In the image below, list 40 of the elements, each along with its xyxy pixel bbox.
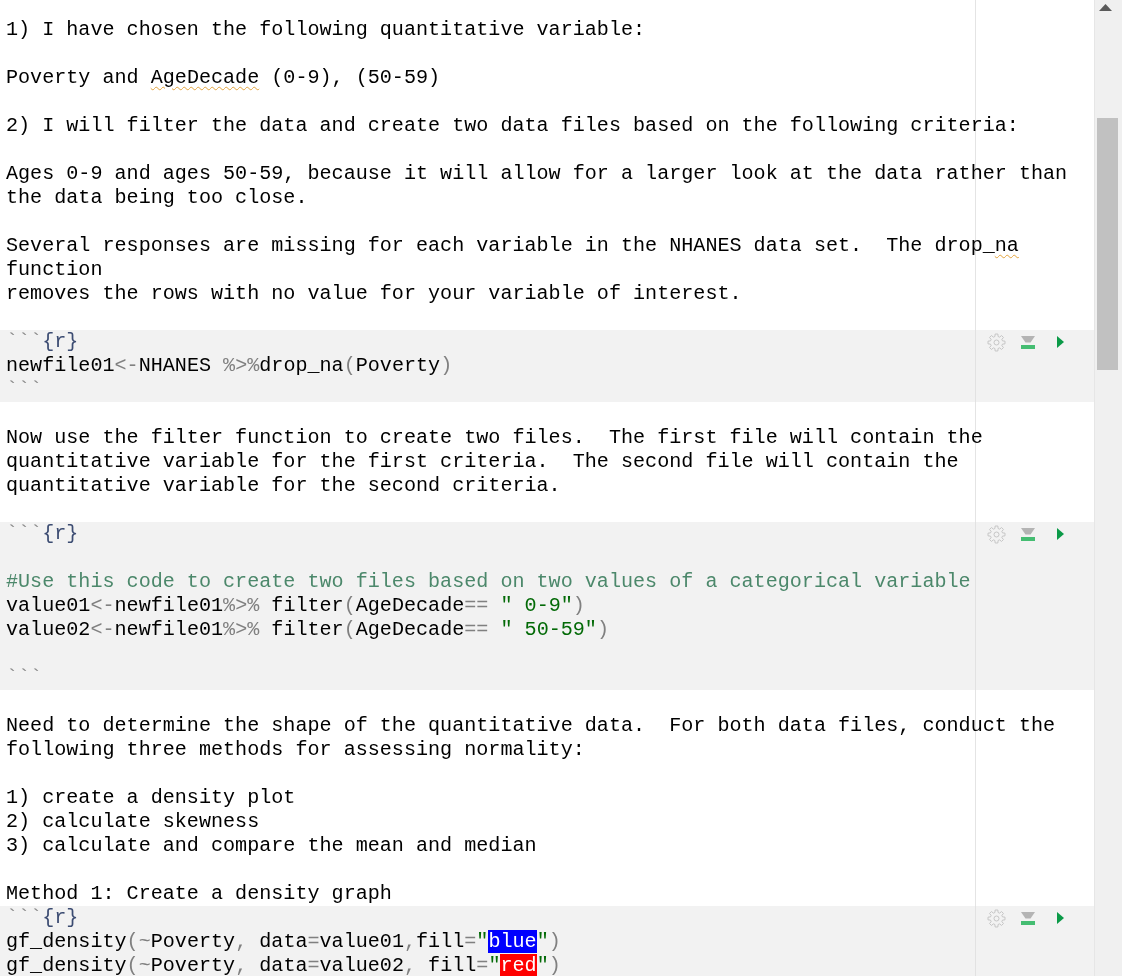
scroll-up-arrow-icon[interactable] — [1099, 4, 1112, 11]
text-line: quantitative variable for the second criteria. — [6, 474, 561, 498]
scrollbar-thumb[interactable] — [1097, 118, 1118, 370]
play-icon[interactable] — [1057, 528, 1064, 540]
code-line: value01<-newfile01%>% filter(AgeDecade== " 0-9") — [6, 594, 585, 618]
gear-icon[interactable] — [987, 908, 1006, 928]
text-line: quantitative variable for the first criteria. The second file will contain the — [6, 450, 959, 474]
code-line: newfile01<-NHANES %>%drop_na(Poverty) — [6, 354, 453, 378]
chunk-header: ```{r} — [6, 330, 79, 354]
text-line: function — [6, 258, 103, 282]
play-icon[interactable] — [1057, 912, 1064, 924]
text-line: Ages 0-9 and ages 50-59, because it will allow for a larger look at the data rather than — [6, 162, 1068, 186]
play-icon[interactable] — [1057, 336, 1064, 348]
text-line: 1) create a density plot — [6, 786, 296, 810]
text-line: the data being too close. — [6, 186, 308, 210]
text-line: Poverty and AgeDecade (0-9), (50-59) — [6, 66, 441, 90]
text-line: 1) I have chosen the following quantitative variable: — [6, 18, 646, 42]
code-line: gf_density(~Poverty, data=value02, fill="red") — [6, 954, 561, 976]
code-comment: #Use this code to create two files based on two values of a categorical variable — [6, 570, 971, 594]
text-line: 2) I will filter the data and create two data files based on the following criteria: — [6, 114, 1019, 138]
gear-icon[interactable] — [987, 524, 1006, 544]
chunk-header: ```{r} — [6, 906, 79, 930]
text-line: Now use the filter function to create two files. The first file will contain the — [6, 426, 983, 450]
text-line: Method 1: Create a density graph — [6, 882, 392, 906]
text-line: 3) calculate and compare the mean and median — [6, 834, 537, 858]
code-line: gf_density(~Poverty, data=value01,fill="blue") — [6, 930, 561, 954]
vertical-scrollbar[interactable] — [1094, 0, 1122, 976]
text-line: removes the rows with no value for your variable of interest. — [6, 282, 742, 306]
down-arrow-bar-icon[interactable] — [1021, 527, 1035, 541]
down-arrow-bar-icon[interactable] — [1021, 335, 1035, 349]
down-arrow-bar-icon[interactable] — [1021, 911, 1035, 925]
chunk-fence: ``` — [6, 378, 43, 402]
text-line: Need to determine the shape of the quantitative data. For both data files, conduct the — [6, 714, 1056, 738]
chunk-header: ```{r} — [6, 522, 79, 546]
code-line: value02<-newfile01%>% filter(AgeDecade== " 50-59") — [6, 618, 609, 642]
text-line: Several responses are missing for each variable in the NHANES data set. The drop_na — [6, 234, 1019, 258]
gear-icon[interactable] — [987, 332, 1006, 352]
text-line: following three methods for assessing normality: — [6, 738, 585, 762]
text-line: 2) calculate skewness — [6, 810, 260, 834]
chunk-fence: ``` — [6, 666, 43, 690]
